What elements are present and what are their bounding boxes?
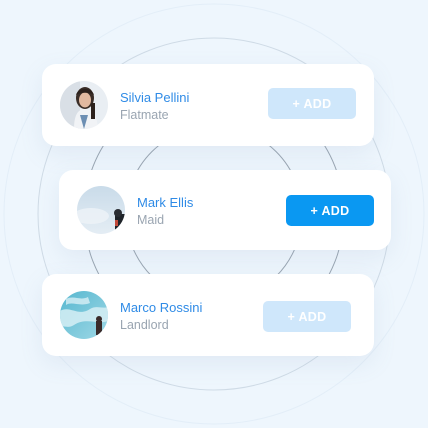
contact-card: Mark Ellis Maid + ADD [59,170,391,250]
add-contact-button[interactable]: + ADD [268,88,356,119]
contact-role: Flatmate [120,108,169,122]
contact-name: Mark Ellis [137,195,194,210]
add-contact-button[interactable]: + ADD [286,195,374,226]
avatar [60,81,108,129]
contact-name: Marco Rossini [120,300,203,315]
avatar [77,186,125,234]
contact-role: Landlord [120,318,169,332]
avatar [60,291,108,339]
contact-card: Silvia Pellini Flatmate + ADD [42,64,374,146]
contact-name: Silvia Pellini [120,90,190,105]
contact-card: Marco Rossini Landlord + ADD [42,274,374,356]
contact-role: Maid [137,213,165,227]
add-contact-button[interactable]: + ADD [263,301,351,332]
